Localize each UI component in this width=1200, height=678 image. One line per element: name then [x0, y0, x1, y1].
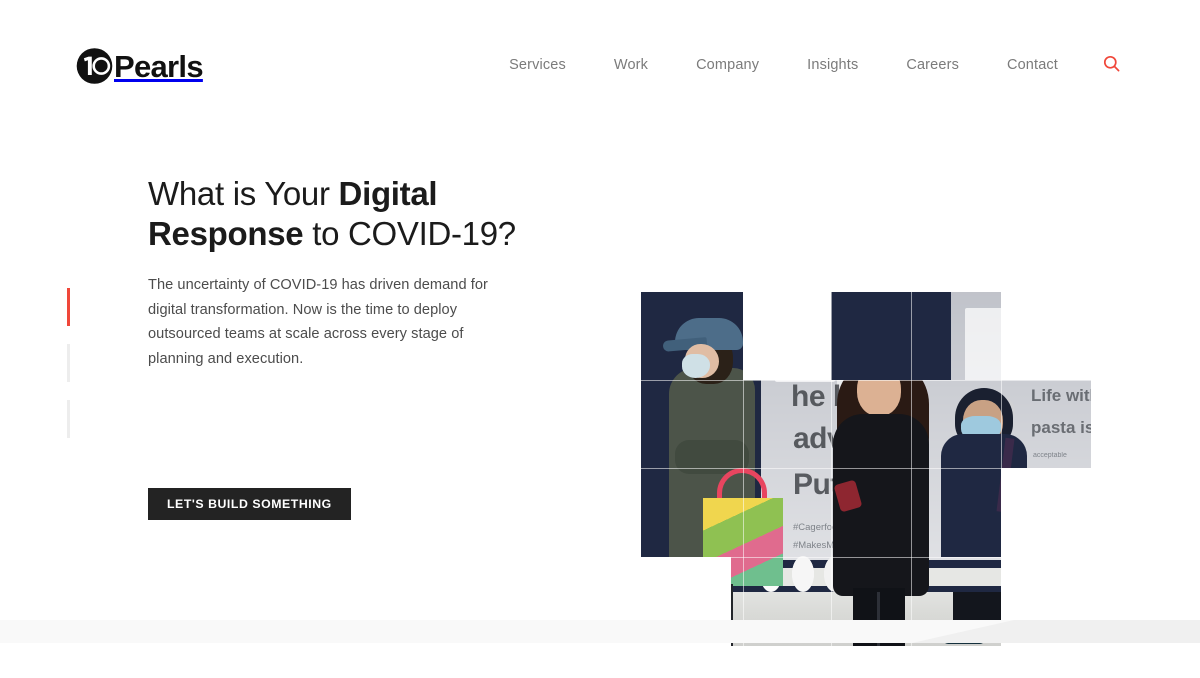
nav-item-contact[interactable]: Contact [983, 52, 1082, 78]
collage-tile-r1c3: he best advic [831, 292, 1001, 380]
title-part-lead: What is Your [148, 175, 339, 212]
brand-logo[interactable]: Pearls [75, 46, 204, 86]
billboard-line-6: acceptable [1033, 452, 1067, 459]
title-part-tail: to COVID-19? [303, 215, 516, 252]
hero-image-collage: he best advic he best advic Life without [641, 292, 1091, 646]
title-part-response: Response [148, 215, 304, 252]
nav-item-careers[interactable]: Careers [882, 52, 983, 78]
search-icon [1103, 55, 1120, 75]
tenpearls-circle-logo-icon [75, 47, 117, 85]
nav-item-insights[interactable]: Insights [783, 52, 882, 78]
nav-item-work[interactable]: Work [590, 52, 672, 78]
billboard-line-5: pasta is not [1031, 418, 1091, 437]
main-navigation: Services Work Company Insights Careers C… [485, 52, 1126, 78]
nav-item-services[interactable]: Services [485, 52, 590, 78]
slider-bar-2[interactable] [67, 344, 70, 382]
collage-tile-r3: Put a #Cagerfoo #MakesMeWhole [641, 468, 1001, 557]
collage-photo-fragment [641, 292, 743, 380]
billboard-hashtag-1: #Cagerfoo [793, 522, 838, 533]
hero-slider-rail [67, 288, 70, 456]
page-title: What is Your Digital Response to COVID-1… [148, 174, 548, 254]
landing-page: Pearls Services Work Company Insights Ca… [0, 0, 1200, 678]
title-part-digital: Digital [338, 175, 438, 212]
collage-tile-r2-band: he best advic Life without pasta is not … [641, 380, 1091, 468]
lets-build-something-button[interactable]: LET'S BUILD SOMETHING [148, 488, 351, 520]
collage-tile-r1c1 [641, 292, 743, 380]
hero-section: What is Your Digital Response to COVID-1… [0, 112, 1200, 646]
nav-item-company[interactable]: Company [672, 52, 783, 78]
billboard-line-4: Life without [1031, 386, 1091, 405]
slider-bar-3[interactable] [67, 400, 70, 438]
brand-wordmark: Pearls [114, 48, 204, 84]
site-header: Pearls Services Work Company Insights Ca… [0, 0, 1200, 112]
hero-description: The uncertainty of COVID-19 has driven d… [148, 277, 488, 367]
search-button[interactable] [1096, 52, 1126, 78]
hero-copy: What is Your Digital Response to COVID-1… [148, 174, 548, 371]
slider-bar-1[interactable] [67, 288, 70, 326]
